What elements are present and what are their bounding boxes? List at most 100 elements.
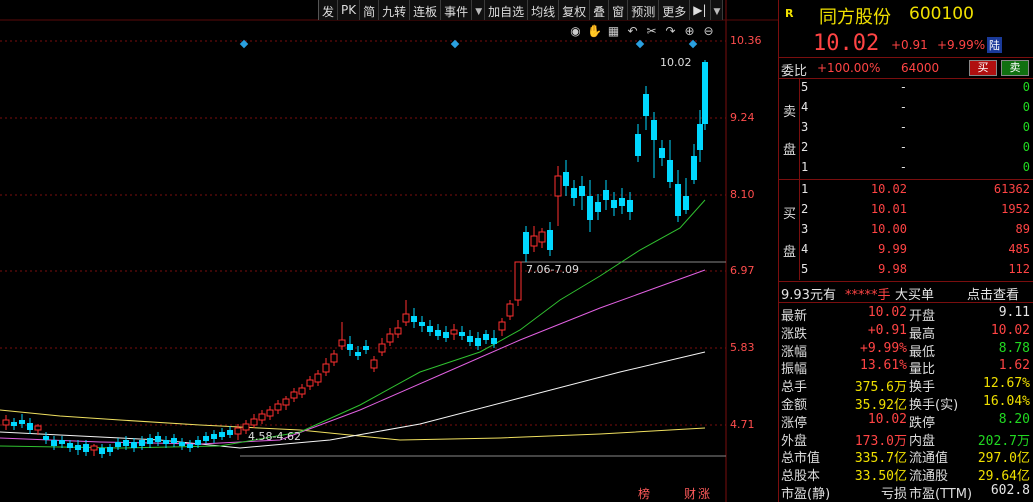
sell-side-label: 卖 — [783, 105, 797, 120]
toolbar-pk[interactable]: PK — [338, 0, 361, 20]
candle-body — [587, 196, 593, 220]
candle-body — [355, 352, 361, 356]
candle-body — [563, 172, 569, 186]
stat-value: 13.61% — [860, 358, 907, 374]
candle-body — [290, 391, 298, 399]
big-order-view-link[interactable]: 点击查看 — [967, 284, 1019, 303]
candle-body — [475, 338, 481, 346]
toolbar-forecast[interactable]: 预测 — [628, 0, 660, 20]
candle-body — [498, 321, 506, 331]
candle-body — [619, 198, 625, 206]
stat-label: 涨停 — [781, 415, 808, 431]
stat-label: 流通股 — [909, 469, 949, 485]
candle-body — [659, 148, 665, 158]
candle-body — [435, 330, 441, 336]
stat-label: 外盘 — [781, 433, 808, 449]
candle-body — [123, 440, 129, 446]
stat-label: 开盘 — [909, 309, 936, 324]
candle-body — [115, 442, 121, 447]
candle-body — [538, 231, 546, 243]
toolbar-dropdown[interactable]: ▼ — [472, 0, 486, 20]
candle-body — [530, 235, 538, 247]
candle-body — [483, 334, 489, 340]
candle-body — [506, 303, 514, 317]
hand-icon[interactable]: ✋ — [587, 24, 602, 39]
toolbar-overlay[interactable]: 叠 — [590, 0, 610, 20]
candle-body — [378, 343, 386, 353]
candle-body — [347, 344, 353, 350]
buy-button[interactable]: 买 — [969, 60, 997, 76]
buy-side-label: 买 — [783, 207, 797, 222]
candle-body — [282, 398, 290, 406]
eye-icon[interactable]: ◉ — [568, 24, 583, 39]
market-tag: 陆 — [987, 37, 1002, 53]
kline-chart[interactable] — [0, 0, 778, 502]
grid-icon[interactable]: ▦ — [606, 24, 621, 39]
redo-icon[interactable]: ↷ — [663, 24, 678, 39]
kline-chart-area[interactable]: 发 PK 简 九转 连板 事件 ▼ 加自选 均线 复权 叠 窗 预测 更多 ▶|… — [0, 0, 778, 502]
toolbar-fa[interactable]: 发 — [319, 0, 339, 20]
big-order-hands: *****手 — [845, 288, 891, 303]
chart-toolbar: 发 PK 简 九转 连板 事件 ▼ 加自选 均线 复权 叠 窗 预测 更多 ▶|… — [318, 0, 724, 20]
candle-body — [99, 448, 105, 454]
candle-body — [579, 186, 585, 196]
candle-body — [219, 432, 225, 437]
toolbar-restore-right[interactable]: 复权 — [559, 0, 591, 20]
quote-panel: R 同方股份 600100 10.02 +0.91 +9.99% 陆 委比 +1… — [778, 0, 1033, 502]
stat-label: 跌停 — [909, 415, 936, 431]
candle-body — [554, 175, 562, 197]
candle-body — [330, 353, 338, 363]
stat-value: 602.8 — [990, 483, 1030, 498]
stat-label: 最新 — [781, 309, 808, 324]
toolbar-nav-icon[interactable]: ▶| — [690, 0, 711, 20]
candle-body — [683, 196, 689, 210]
stat-value: 33.50亿 — [854, 469, 907, 485]
toolbar-lianban[interactable]: 连板 — [410, 0, 442, 20]
candle-body — [2, 419, 10, 426]
candle-body — [419, 322, 425, 326]
tag-bang[interactable]: 榜 — [638, 485, 650, 502]
candle-body — [227, 430, 233, 435]
toolbar-dropdown-2[interactable]: ▼ — [711, 0, 724, 20]
stat-value: 亏损 — [880, 487, 907, 502]
undo-icon[interactable]: ↶ — [625, 24, 640, 39]
big-order-type: 大买单 — [895, 288, 935, 303]
stat-label: 内盘 — [909, 433, 936, 449]
stat-label: 金额 — [781, 398, 808, 413]
y-tick-label: 9.24 — [730, 111, 755, 124]
toolbar-window[interactable]: 窗 — [609, 0, 629, 20]
event-marker — [635, 39, 645, 49]
candle-body — [643, 94, 649, 116]
chart-mini-tools: ◉ ✋ ▦ ↶ ✂ ↷ ⊕ ⊖ — [568, 24, 716, 39]
candle-body — [266, 409, 274, 417]
candle-body — [338, 339, 346, 347]
toolbar-jiuzhuan[interactable]: 九转 — [379, 0, 411, 20]
zoom-in-icon[interactable]: ⊕ — [682, 24, 697, 39]
stat-value: +9.99% — [860, 340, 907, 356]
tag-zhang[interactable]: 涨 — [698, 485, 710, 502]
candle-body — [702, 62, 708, 124]
candle-body — [651, 120, 657, 140]
toolbar-more[interactable]: 更多 — [659, 0, 691, 20]
ma-line — [0, 199, 706, 449]
candle-body — [491, 338, 497, 344]
stat-label: 涨幅 — [781, 344, 808, 360]
toolbar-add-favorite[interactable]: 加自选 — [485, 0, 529, 20]
candle-body — [467, 336, 473, 342]
stat-label: 总股本 — [781, 469, 821, 485]
sell-button[interactable]: 卖 — [1001, 60, 1029, 76]
toolbar-ma[interactable]: 均线 — [528, 0, 560, 20]
tag-cai[interactable]: 财 — [684, 485, 696, 502]
y-tick-label: 6.97 — [730, 264, 755, 277]
stat-label: 振幅 — [781, 362, 808, 378]
scissors-icon[interactable]: ✂ — [644, 24, 659, 39]
candle-body — [67, 443, 73, 448]
stat-value: 9.11 — [998, 305, 1030, 320]
weibi-value: +100.00% — [817, 61, 881, 75]
zoom-out-icon[interactable]: ⊖ — [701, 24, 716, 39]
current-price: 10.02 — [813, 31, 880, 56]
big-order-price: 9.93元有 — [781, 288, 836, 303]
toolbar-event[interactable]: 事件 — [441, 0, 473, 20]
candle-body — [234, 427, 242, 435]
toolbar-jian[interactable]: 简 — [360, 0, 380, 20]
